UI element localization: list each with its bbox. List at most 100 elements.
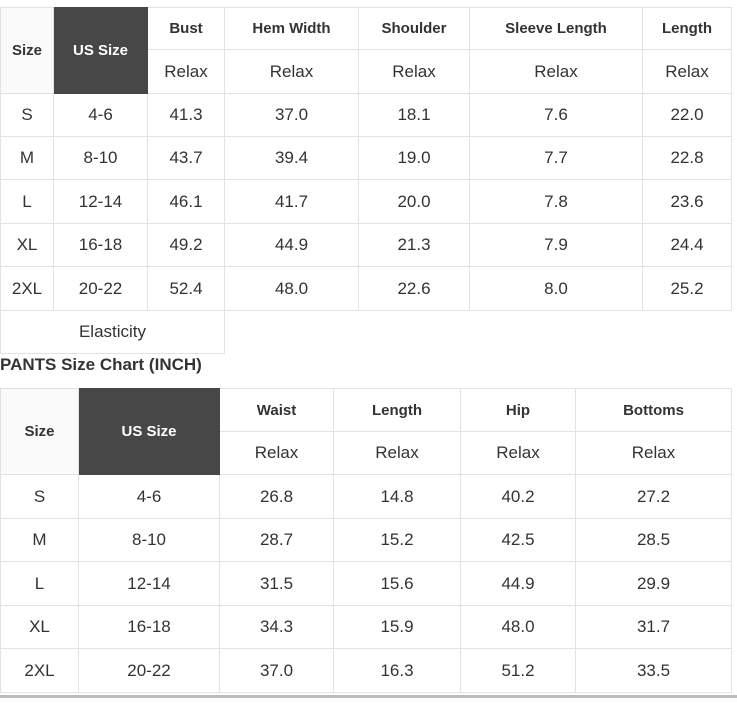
table-row: XL 16-18 34.3 15.9 48.0 31.7: [0, 605, 732, 649]
shoulder-header: Shoulder: [358, 7, 470, 50]
table-cell: 4-6: [78, 474, 220, 519]
table-row: S 4-6 26.8 14.8 40.2 27.2: [0, 474, 732, 519]
table-cell: 2XL: [0, 648, 79, 693]
size-header: Size: [0, 7, 54, 94]
length-header: Length: [642, 7, 732, 50]
relax-label: Relax: [460, 431, 576, 475]
table-cell: 15.9: [333, 605, 461, 649]
table-cell: 46.1: [147, 179, 225, 224]
table-cell: 20.0: [358, 179, 470, 224]
table-cell: 20-22: [78, 648, 220, 693]
table-cell: 7.8: [469, 179, 643, 224]
table-cell: 39.4: [224, 136, 359, 180]
hem-width-header: Hem Width: [224, 7, 359, 50]
table-cell: 28.5: [575, 518, 732, 562]
table-cell: 31.5: [219, 561, 334, 606]
table-cell: 21.3: [358, 223, 470, 267]
table-cell: 20-22: [53, 266, 148, 311]
table-cell: 44.9: [460, 561, 576, 606]
table-cell: S: [0, 93, 54, 137]
table-cell: 7.9: [469, 223, 643, 267]
table-cell: 37.0: [219, 648, 334, 693]
table-row: S 4-6 41.3 37.0 18.1 7.6 22.0: [0, 93, 732, 137]
table-cell: 19.0: [358, 136, 470, 180]
table-cell: 15.6: [333, 561, 461, 606]
bottom-divider: [0, 695, 737, 698]
table-cell: 24.4: [642, 223, 732, 267]
table-cell: 7.7: [469, 136, 643, 180]
table-row: M 8-10 43.7 39.4 19.0 7.7 22.8: [0, 136, 732, 180]
table-cell: 12-14: [53, 179, 148, 224]
table-cell: 41.7: [224, 179, 359, 224]
table-cell: M: [0, 518, 79, 562]
table-cell: 28.7: [219, 518, 334, 562]
table-cell: 31.7: [575, 605, 732, 649]
table-row: L 12-14 46.1 41.7 20.0 7.8 23.6: [0, 179, 732, 224]
relax-label: Relax: [358, 49, 470, 94]
table-cell: 12-14: [78, 561, 220, 606]
relax-label: Relax: [642, 49, 732, 94]
bust-header: Bust: [147, 7, 225, 50]
table-row: M 8-10 28.7 15.2 42.5 28.5: [0, 518, 732, 562]
table-cell: 22.0: [642, 93, 732, 137]
pants-size-chart: Size US Size Waist Length Hip Bottoms Re…: [0, 388, 732, 693]
table-cell: 2XL: [0, 266, 54, 311]
us-size-header: US Size: [78, 388, 220, 475]
table-cell: 8-10: [53, 136, 148, 180]
table-cell: 23.6: [642, 179, 732, 224]
table-cell: 42.5: [460, 518, 576, 562]
table-cell: 43.7: [147, 136, 225, 180]
table-cell: 34.3: [219, 605, 334, 649]
table-cell: 51.2: [460, 648, 576, 693]
relax-label: Relax: [333, 431, 461, 475]
table-cell: 48.0: [460, 605, 576, 649]
elasticity-blank: [224, 310, 732, 354]
table-cell: S: [0, 474, 79, 519]
table-cell: 44.9: [224, 223, 359, 267]
table-cell: 25.2: [642, 266, 732, 311]
table-cell: 49.2: [147, 223, 225, 267]
table-cell: 18.1: [358, 93, 470, 137]
length-header: Length: [333, 388, 461, 432]
table-cell: 22.6: [358, 266, 470, 311]
table-cell: 15.2: [333, 518, 461, 562]
table-cell: 8-10: [78, 518, 220, 562]
relax-label: Relax: [219, 431, 334, 475]
table-row: 2XL 20-22 52.4 48.0 22.6 8.0 25.2: [0, 266, 732, 311]
bottoms-header: Bottoms: [575, 388, 732, 432]
relax-label: Relax: [224, 49, 359, 94]
table-cell: 16-18: [53, 223, 148, 267]
sleeve-length-header: Sleeve Length: [469, 7, 643, 50]
table-cell: 14.8: [333, 474, 461, 519]
table-cell: 33.5: [575, 648, 732, 693]
table-cell: 40.2: [460, 474, 576, 519]
table-row: L 12-14 31.5 15.6 44.9 29.9: [0, 561, 732, 606]
table-cell: 27.2: [575, 474, 732, 519]
table-cell: 22.8: [642, 136, 732, 180]
table-cell: XL: [0, 223, 54, 267]
elasticity-label: Elasticity: [0, 310, 225, 354]
table-cell: 29.9: [575, 561, 732, 606]
table-cell: 16.3: [333, 648, 461, 693]
relax-label: Relax: [147, 49, 225, 94]
table-row: XL 16-18 49.2 44.9 21.3 7.9 24.4: [0, 223, 732, 267]
table-cell: 37.0: [224, 93, 359, 137]
table-cell: 48.0: [224, 266, 359, 311]
table-cell: L: [0, 179, 54, 224]
table-cell: 41.3: [147, 93, 225, 137]
table-cell: 52.4: [147, 266, 225, 311]
relax-label: Relax: [469, 49, 643, 94]
pants-chart-title: PANTS Size Chart (INCH): [0, 355, 202, 374]
us-size-header: US Size: [53, 7, 148, 94]
waist-header: Waist: [219, 388, 334, 432]
table-cell: 16-18: [78, 605, 220, 649]
table-cell: L: [0, 561, 79, 606]
table-row: 2XL 20-22 37.0 16.3 51.2 33.5: [0, 648, 732, 693]
hip-header: Hip: [460, 388, 576, 432]
table-cell: 7.6: [469, 93, 643, 137]
top-size-chart: Size US Size Bust Hem Width Shoulder Sle…: [0, 7, 732, 354]
table-cell: XL: [0, 605, 79, 649]
table-cell: 8.0: [469, 266, 643, 311]
table-cell: 4-6: [53, 93, 148, 137]
table-cell: M: [0, 136, 54, 180]
